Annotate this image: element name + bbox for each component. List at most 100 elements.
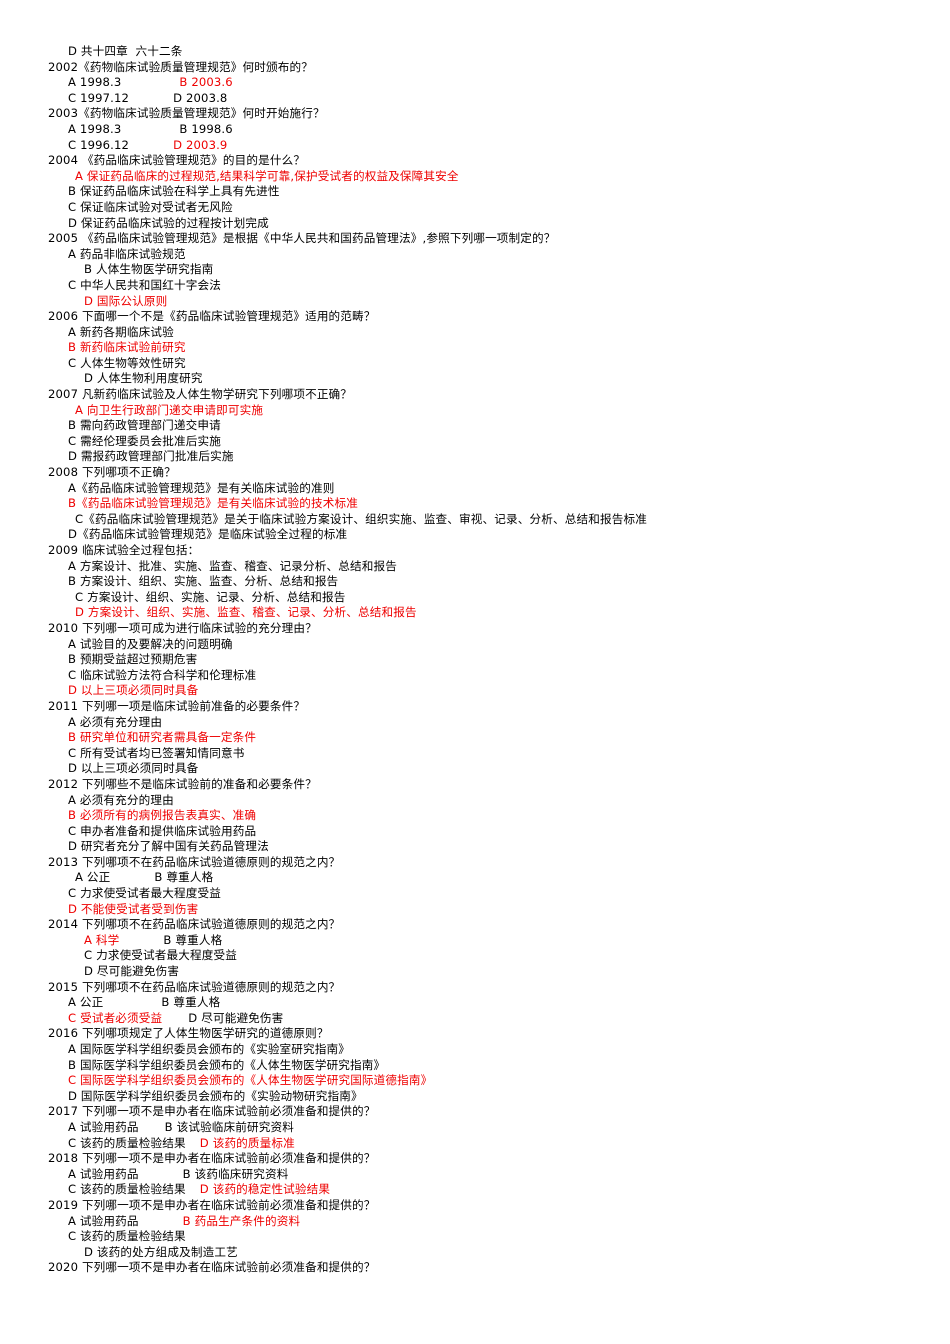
text-line: D 保证药品临床试验的过程按计划完成: [0, 216, 950, 232]
question-text: A 试验目的及要解决的问题明确: [68, 636, 233, 651]
question-text: C 临床试验方法符合科学和伦理标准: [68, 667, 257, 682]
text-line: D 以上三项必须同时具备: [0, 683, 950, 699]
text-line: A 公正 B 尊重人格: [0, 870, 950, 886]
answer-text: B 药品生产条件的资料: [182, 1213, 301, 1228]
text-line: 2010 下列哪一项可成为进行临床试验的充分理由？: [0, 621, 950, 637]
answer-text: B 2003.6: [179, 75, 233, 90]
text-line: C 该药的质量检验结果 D 该药的质量标准: [0, 1136, 950, 1152]
question-text: B 保证药品临床试验在科学上具有先进性: [68, 184, 280, 199]
question-text: B 该试验临床前研究资料: [164, 1119, 295, 1134]
text-line: B 新药临床试验前研究: [0, 340, 950, 356]
question-text: A 方案设计、批准、实施、监查、稽查、记录分析、总结和报告: [68, 558, 397, 573]
text-line: C 1996.12 D 2003.9: [0, 138, 950, 154]
question-text: 2011 下列哪一项是临床试验前准备的必要条件？: [48, 698, 306, 713]
text-line: B 保证药品临床试验在科学上具有先进性: [0, 184, 950, 200]
text-line: B 预期受益超过预期危害: [0, 652, 950, 668]
text-line: 2007 凡新药临床试验及人体生物学研究下列哪项不正确？: [0, 387, 950, 403]
text-line: B 国际医学科学组织委员会颁布的《人体生物医学研究指南》: [0, 1058, 950, 1074]
question-text: 2008 下列哪项不正确？: [48, 465, 176, 480]
text-line: 2011 下列哪一项是临床试验前准备的必要条件？: [0, 699, 950, 715]
text-line: A 试验用药品 B 该试验临床前研究资料: [0, 1120, 950, 1136]
question-text: A 药品非临床试验规范: [68, 246, 186, 261]
question-text: 2016 下列哪项规定了人体生物医学研究的道德原则？: [48, 1026, 329, 1041]
question-text: 2007 凡新药临床试验及人体生物学研究下列哪项不正确？: [48, 387, 353, 402]
question-text: D 研究者充分了解中国有关药品管理法: [68, 839, 269, 854]
text-line: C 临床试验方法符合科学和伦理标准: [0, 668, 950, 684]
answer-text: B 必须所有的病例报告表真实、准确: [68, 808, 257, 823]
answer-text: C 受试者必须受益: [68, 1010, 163, 1025]
question-text: B 尊重人格: [163, 932, 223, 947]
text-line: D 国际公认原则: [0, 294, 950, 310]
answer-text: D 该药的稳定性试验结果: [199, 1182, 331, 1197]
question-text: A 试验用药品: [68, 1213, 139, 1228]
text-line: A《药品临床试验管理规范》是有关临床试验的准则: [0, 481, 950, 497]
text-line: C 所有受试者均已签署知情同意书: [0, 746, 950, 762]
question-text: B 需向药政管理部门递交申请: [68, 418, 221, 433]
question-text: 2019 下列哪一项不是申办者在临床试验前必须准备和提供的？: [48, 1197, 376, 1212]
question-text: 2015 下列哪项不在药品临床试验道德原则的规范之内？: [48, 979, 341, 994]
text-line: A 公正 B 尊重人格: [0, 995, 950, 1011]
text-line: 2020 下列哪一项不是申办者在临床试验前必须准备和提供的？: [0, 1260, 950, 1276]
text-line: 2015 下列哪项不在药品临床试验道德原则的规范之内？: [0, 980, 950, 996]
text-line: 2002《药物临床试验质量管理规范》何时颁布的？: [0, 60, 950, 76]
question-text: 2014 下列哪项不在药品临床试验道德原则的规范之内？: [48, 917, 341, 932]
text-line: B 必须所有的病例报告表真实、准确: [0, 808, 950, 824]
question-text: C 力求使受试者最大程度受益: [84, 948, 238, 963]
text-line: A 1998.3 B 1998.6: [0, 122, 950, 138]
question-text: A 试验用药品: [68, 1119, 139, 1134]
text-line: B 研究单位和研究者需具备一定条件: [0, 730, 950, 746]
question-text: C 人体生物等效性研究: [68, 355, 186, 370]
answer-text: B《药品临床试验管理规范》是有关临床试验的技术标准: [68, 496, 358, 511]
question-text: D 尽可能避免伤害: [84, 964, 180, 979]
text-line: D 尽可能避免伤害: [0, 964, 950, 980]
question-text: 2002《药物临床试验质量管理规范》何时颁布的？: [48, 59, 313, 74]
text-line: C 受试者必须受益 D 尽可能避免伤害: [0, 1011, 950, 1027]
question-text: D 人体生物利用度研究: [84, 371, 203, 386]
question-text: C 1996.12: [68, 137, 130, 152]
question-text: 2010 下列哪一项可成为进行临床试验的充分理由？: [48, 620, 317, 635]
text-line: C 需经伦理委员会批准后实施: [0, 434, 950, 450]
text-line: B 需向药政管理部门递交申请: [0, 418, 950, 434]
text-line: 2006 下面哪一个不是《药品临床试验管理规范》适用的范畴？: [0, 309, 950, 325]
text-line: A 保证药品临床的过程规范,结果科学可靠,保护受试者的权益及保障其安全: [0, 169, 950, 185]
question-text: B 尊重人格: [154, 870, 214, 885]
text-line: D 人体生物利用度研究: [0, 371, 950, 387]
question-text: 2009 临床试验全过程包括：: [48, 543, 200, 557]
question-text: 2003《药物临床试验质量管理规范》何时开始施行？: [48, 106, 325, 121]
question-text: A 国际医学科学组织委员会颁布的《实验室研究指南》: [68, 1042, 351, 1056]
text-line: A 方案设计、批准、实施、监查、稽查、记录分析、总结和报告: [0, 559, 950, 575]
question-text: C 1997.12: [68, 90, 130, 105]
question-text: 2017 下列哪一项不是申办者在临床试验前必须准备和提供的？: [48, 1104, 376, 1119]
text-line: D 以上三项必须同时具备: [0, 761, 950, 777]
answer-text: B 研究单位和研究者需具备一定条件: [68, 730, 257, 745]
text-line: A 科学 B 尊重人格: [0, 933, 950, 949]
text-line: D 需报药政管理部门批准后实施: [0, 449, 950, 465]
text-line: D 研究者充分了解中国有关药品管理法: [0, 839, 950, 855]
text-line: D 方案设计、组织、实施、监查、稽查、记录、分析、总结和报告: [0, 605, 950, 621]
question-text: D 需报药政管理部门批准后实施: [68, 449, 234, 464]
text-line: A 国际医学科学组织委员会颁布的《实验室研究指南》: [0, 1042, 950, 1058]
text-line: 2016 下列哪项规定了人体生物医学研究的道德原则？: [0, 1026, 950, 1042]
text-line: B 人体生物医学研究指南: [0, 262, 950, 278]
text-line: C 力求使受试者最大程度受益: [0, 886, 950, 902]
answer-text: D 该药的质量标准: [199, 1135, 295, 1150]
text-line: C 国际医学科学组织委员会颁布的《人体生物医学研究国际道德指南》: [0, 1073, 950, 1089]
text-line: D 该药的处方组成及制造工艺: [0, 1245, 950, 1261]
text-line: 2014 下列哪项不在药品临床试验道德原则的规范之内？: [0, 917, 950, 933]
question-text: A 必须有充分理由: [68, 714, 163, 729]
question-text: B 方案设计、组织、实施、监查、分析、总结和报告: [68, 574, 339, 589]
question-text: A 必须有充分的理由: [68, 792, 174, 807]
answer-text: D 国际公认原则: [84, 293, 168, 308]
question-text: A 公正: [75, 870, 111, 885]
text-line: C 方案设计、组织、实施、记录、分析、总结和报告: [0, 590, 950, 606]
question-text: 2005 《药品临床试验管理规范》是根据《中华人民共和国药品管理法》,参照下列哪…: [48, 231, 556, 246]
text-line: 2008 下列哪项不正确？: [0, 465, 950, 481]
text-line: A 必须有充分理由: [0, 715, 950, 731]
question-text: 2013 下列哪项不在药品临床试验道德原则的规范之内？: [48, 854, 341, 869]
text-line: C 力求使受试者最大程度受益: [0, 948, 950, 964]
text-line: C 中华人民共和国红十字会法: [0, 278, 950, 294]
question-text: D 保证药品临床试验的过程按计划完成: [68, 215, 269, 230]
answer-text: D 不能使受试者受到伤害: [68, 901, 199, 916]
question-text: 2020 下列哪一项不是申办者在临床试验前必须准备和提供的？: [48, 1260, 376, 1275]
answer-text: A 科学: [84, 932, 120, 947]
